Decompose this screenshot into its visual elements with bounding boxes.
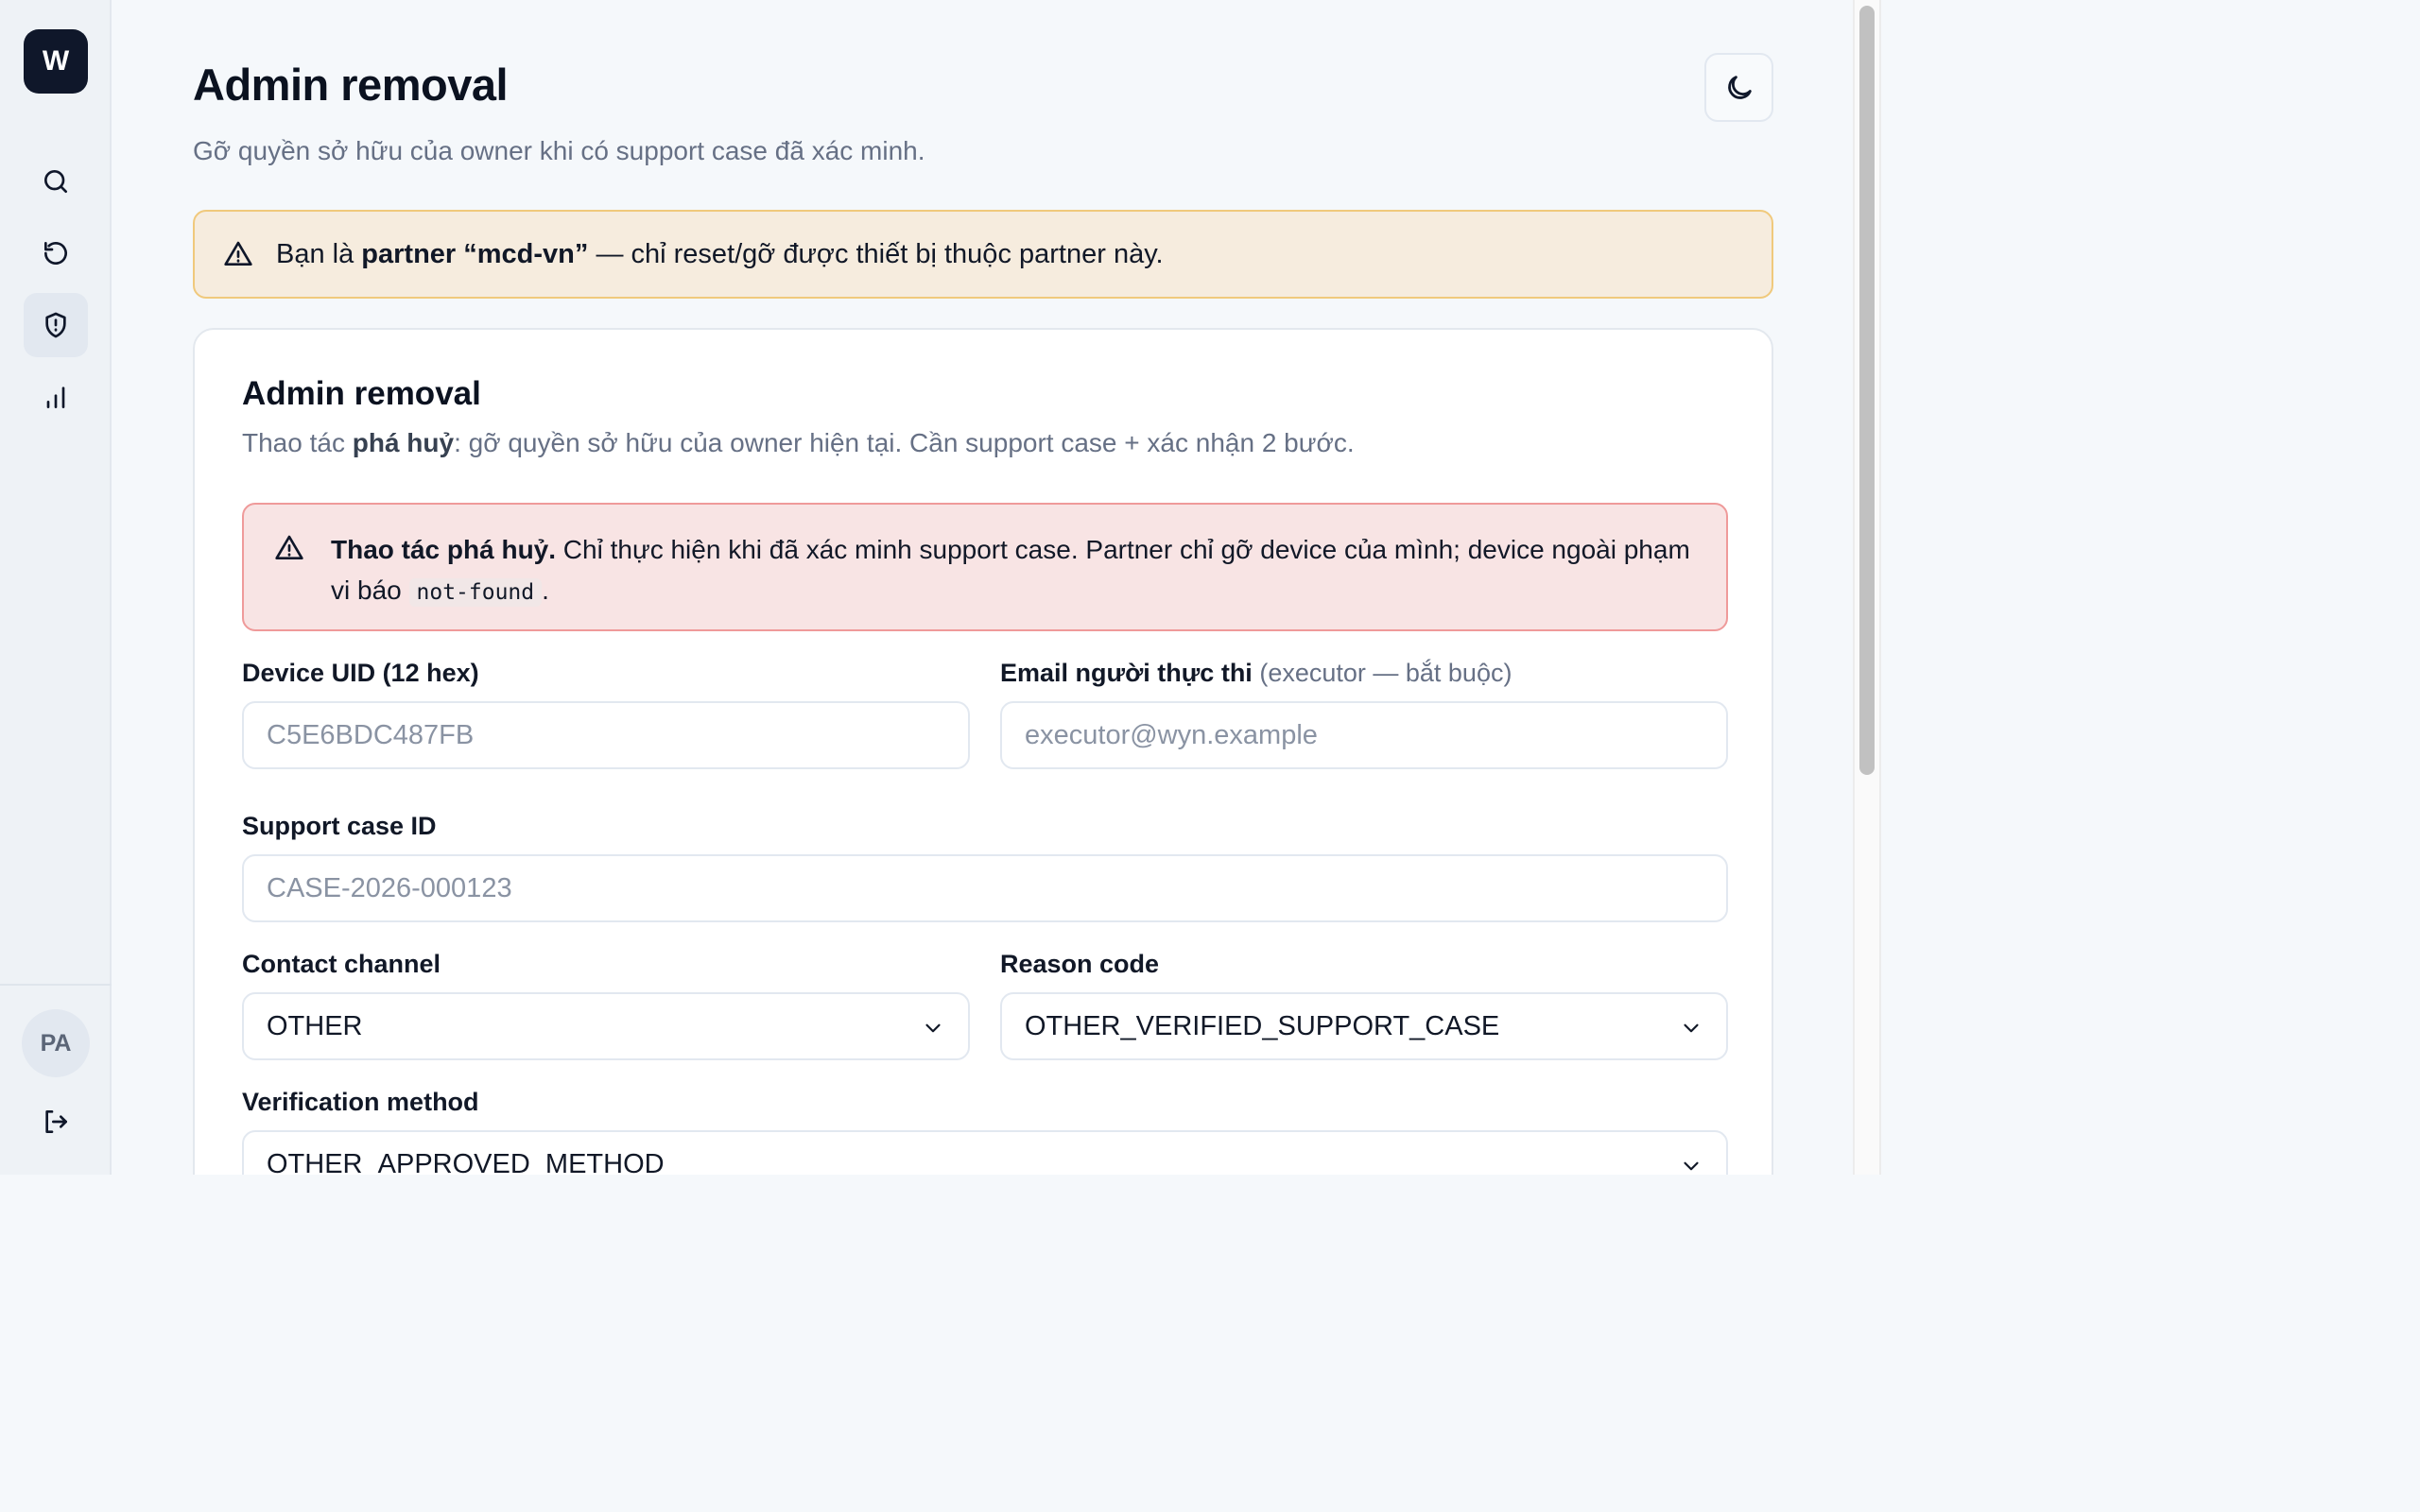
reason-code-value: OTHER_VERIFIED_SUPPORT_CASE — [1025, 1010, 1500, 1041]
partner-name: partner “mcd-vn” — [361, 238, 589, 269]
not-found-code: not-found — [408, 578, 543, 607]
device-uid-input[interactable] — [242, 701, 970, 769]
partner-banner-prefix: Bạn là — [276, 238, 362, 269]
avatar[interactable]: PA — [22, 1009, 90, 1077]
nav-history-button[interactable] — [24, 221, 88, 285]
card-desc-suffix: : gỡ quyền sở hữu của owner hiện tại. Cầ… — [454, 428, 1355, 457]
card-desc-bold: phá huỷ — [352, 428, 455, 457]
chevron-down-icon — [1684, 1161, 1699, 1171]
app-viewport: W PA Admin removal Gỡ quyền sở hữu của o… — [0, 0, 1881, 1175]
contact-channel-select[interactable]: OTHER — [242, 992, 970, 1060]
theme-toggle-button[interactable] — [1704, 53, 1773, 122]
device-uid-label: Device UID (12 hex) — [242, 659, 479, 687]
partner-banner-suffix: — chỉ reset/gỡ được thiết bị thuộc partn… — [588, 238, 1164, 269]
scrollbar-thumb[interactable] — [1859, 6, 1875, 775]
partner-scope-banner: Bạn là partner “mcd-vn” — chỉ reset/gỡ đ… — [193, 210, 1773, 299]
sidebar: W PA — [0, 0, 112, 1175]
warning-triangle-icon — [224, 241, 252, 266]
support-case-label: Support case ID — [242, 812, 437, 840]
partner-banner-text: Bạn là partner “mcd-vn” — chỉ reset/gỡ đ… — [276, 239, 1164, 270]
logout-button[interactable] — [24, 1090, 88, 1154]
card-description: Thao tác phá huỷ: gỡ quyền sở hữu của ow… — [242, 428, 1355, 458]
destructive-warning: Thao tác phá huỷ. Chỉ thực hiện khi đã x… — [242, 503, 1728, 631]
page-title: Admin removal — [193, 60, 509, 110]
nav-search-button[interactable] — [24, 149, 88, 214]
executor-email-hint: (executor — bắt buộc) — [1259, 659, 1512, 687]
bar-chart-icon — [46, 387, 65, 408]
chevron-down-icon — [1684, 1023, 1699, 1033]
card-title: Admin removal — [242, 375, 481, 412]
logout-icon — [45, 1110, 67, 1133]
destructive-warning-text: Thao tác phá huỷ. Chỉ thực hiện khi đã x… — [331, 529, 1702, 613]
nav-stats-button[interactable] — [24, 365, 88, 429]
executor-email-input[interactable] — [1000, 701, 1728, 769]
verification-method-value: OTHER_APPROVED_METHOD — [267, 1148, 665, 1176]
page-subtitle: Gỡ quyền sở hữu của owner khi có support… — [193, 136, 925, 165]
admin-removal-card: Admin removal Thao tác phá huỷ: gỡ quyền… — [193, 328, 1773, 1175]
verification-method-select[interactable]: OTHER_APPROVED_METHOD — [242, 1130, 1728, 1175]
reason-code-select[interactable]: OTHER_VERIFIED_SUPPORT_CASE — [1000, 992, 1728, 1060]
moon-icon — [1727, 75, 1752, 99]
executor-email-label-text: Email người thực thi — [1000, 659, 1253, 687]
app-logo[interactable]: W — [24, 29, 88, 94]
support-case-input[interactable] — [242, 854, 1728, 922]
nav-admin-removal-button[interactable] — [24, 293, 88, 357]
contact-channel-value: OTHER — [267, 1010, 363, 1041]
warning-triangle-icon — [275, 535, 303, 559]
destructive-warning-bold: Thao tác phá huỷ. — [331, 535, 557, 564]
sidebar-divider — [0, 984, 112, 986]
search-icon — [44, 170, 67, 193]
shield-alert-icon — [45, 312, 66, 338]
contact-channel-label: Contact channel — [242, 950, 441, 978]
destructive-warning-end: . — [542, 576, 549, 605]
chevron-down-icon — [925, 1023, 941, 1033]
executor-email-label: Email người thực thi (executor — bắt buộ… — [1000, 659, 1512, 688]
verification-method-label: Verification method — [242, 1088, 479, 1116]
reason-code-label: Reason code — [1000, 950, 1160, 978]
history-icon — [44, 241, 67, 265]
card-desc-prefix: Thao tác — [242, 428, 353, 457]
